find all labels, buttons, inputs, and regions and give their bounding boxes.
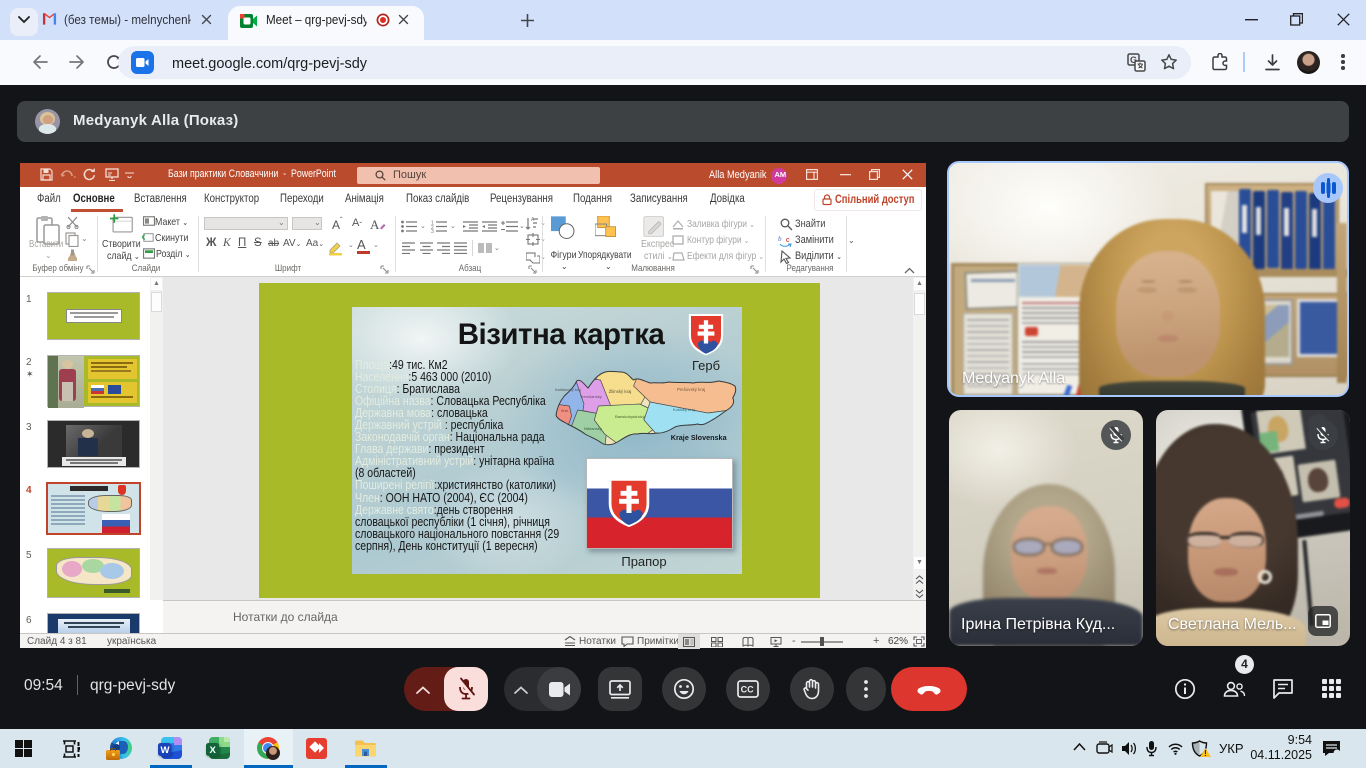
svg-text:Banskobystrický: Banskobystrický	[615, 414, 646, 419]
svg-text:A: A	[531, 217, 535, 223]
svg-text:Nitriansky: Nitriansky	[584, 426, 603, 431]
svg-text:Bratislavsky kraj: Bratislavsky kraj	[555, 388, 581, 392]
svg-text:Trenčiansky: Trenčiansky	[580, 394, 603, 399]
svg-text:Košický kraj: Košický kraj	[673, 407, 695, 412]
svg-text:A: A	[370, 217, 380, 232]
svg-text:Brat.: Brat.	[561, 409, 568, 413]
svg-text:3: 3	[431, 229, 434, 233]
svg-text:b: b	[778, 235, 782, 243]
svg-text:А: А	[357, 237, 366, 252]
svg-text:c: c	[786, 237, 790, 244]
svg-text:Kraje Slovenska: Kraje Slovenska	[671, 434, 727, 442]
svg-text:Prešovský kraj: Prešovský kraj	[677, 387, 705, 392]
svg-text:Žilinský kraj: Žilinský kraj	[609, 389, 632, 394]
svg-text:CC: CC	[741, 685, 754, 695]
